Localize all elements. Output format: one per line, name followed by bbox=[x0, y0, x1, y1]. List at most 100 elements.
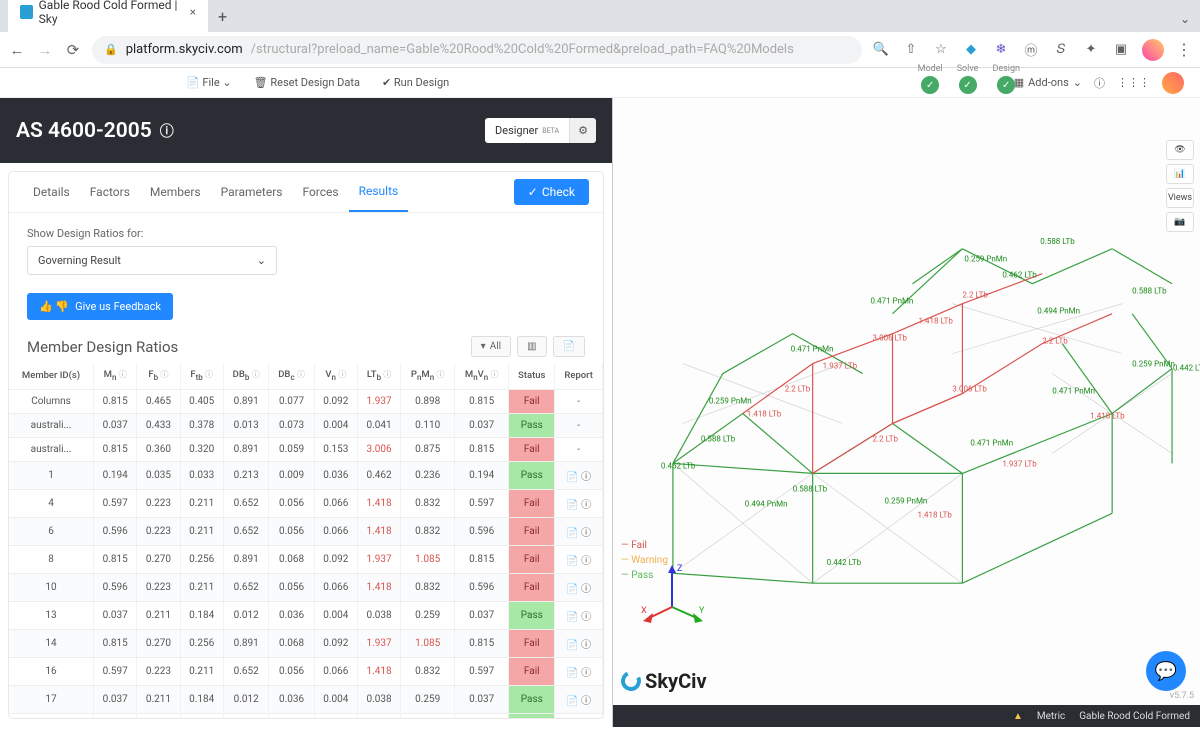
report-icons[interactable]: 📄 ⓘ bbox=[566, 692, 591, 707]
model-viewport[interactable]: 0.588 LTb0.259 PnMn0.462 LTb0.588 LTb0.4… bbox=[612, 98, 1200, 727]
user-avatar[interactable] bbox=[1162, 72, 1184, 94]
check-button[interactable]: ✓ Check bbox=[514, 179, 589, 205]
views-tool-button[interactable]: Views bbox=[1166, 188, 1194, 208]
menu-file[interactable]: 📄 File ⌄ bbox=[186, 76, 232, 89]
table-row[interactable]: 130.0370.2110.1840.0120.0360.0040.0380.2… bbox=[9, 602, 603, 630]
table-row[interactable]: 190.0270.4330.3780.0130.0730.0040.0410.4… bbox=[9, 714, 603, 718]
col-member-id-s-[interactable]: Member ID(s) bbox=[9, 363, 94, 390]
browser-chrome: Gable Rood Cold Formed | Sky × + ⌄ ← → ⟳… bbox=[0, 0, 1200, 68]
report-icons[interactable]: 📄 ⓘ bbox=[566, 608, 591, 623]
col-fb[interactable]: Fb ⓘ bbox=[137, 363, 180, 390]
tab-members[interactable]: Members bbox=[140, 173, 211, 211]
col-pnmn[interactable]: PnMn ⓘ bbox=[401, 363, 455, 390]
profile-avatar[interactable] bbox=[1142, 39, 1164, 61]
table-row[interactable]: 40.5970.2230.2110.6520.0560.0661.4180.83… bbox=[9, 490, 603, 518]
report-icons[interactable]: 📄 ⓘ bbox=[566, 496, 591, 511]
browser-tab[interactable]: Gable Rood Cold Formed | Sky × bbox=[8, 0, 208, 32]
back-icon[interactable]: ← bbox=[8, 41, 26, 59]
col-mnvn[interactable]: MnVn ⓘ bbox=[455, 363, 509, 390]
member-label: 0.259 PnMn bbox=[709, 397, 752, 406]
display-tool-icon[interactable]: 📊 bbox=[1166, 164, 1194, 184]
report-icons[interactable]: 📄 ⓘ bbox=[566, 664, 591, 679]
col-report[interactable]: Report bbox=[555, 363, 603, 390]
tab-details[interactable]: Details bbox=[23, 173, 80, 211]
export-icon[interactable]: 📄 bbox=[553, 336, 585, 357]
design-code-title: AS 4600-2005 ⓘ bbox=[16, 119, 174, 143]
table-row[interactable]: 160.5970.2230.2110.6520.0560.0661.4180.8… bbox=[9, 658, 603, 686]
col-ltb[interactable]: LTb ⓘ bbox=[357, 363, 400, 390]
lock-icon: 🔒 bbox=[104, 43, 118, 56]
member-label: 1.937 LTb bbox=[823, 362, 858, 371]
col-status[interactable]: Status bbox=[509, 363, 555, 390]
member-label: 0.442 LTb bbox=[827, 558, 862, 567]
col-ftb[interactable]: Ftb ⓘ bbox=[180, 363, 223, 390]
member-label: 0.588 LTb bbox=[701, 434, 736, 443]
ext-icon-3[interactable]: ⓜ bbox=[1022, 41, 1040, 59]
feedback-button[interactable]: 👍 👎 Give us Feedback bbox=[27, 293, 173, 320]
table-row[interactable]: 170.0370.2110.1840.0120.0360.0040.0380.2… bbox=[9, 686, 603, 714]
columns-icon[interactable]: ▥ bbox=[517, 336, 546, 357]
status-units[interactable]: Metric bbox=[1037, 711, 1065, 722]
tab-forces[interactable]: Forces bbox=[292, 173, 348, 211]
tab-factors[interactable]: Factors bbox=[80, 173, 140, 211]
col-mn[interactable]: Mn ⓘ bbox=[94, 363, 137, 390]
axes-gizmo[interactable]: Z Y X bbox=[637, 557, 707, 627]
stage-design[interactable]: Design✓ bbox=[992, 64, 1020, 94]
view-tools: 👁 📊 Views 📷 bbox=[1166, 140, 1194, 232]
report-icons[interactable]: 📄 ⓘ bbox=[566, 636, 591, 651]
star-icon[interactable]: ☆ bbox=[932, 41, 950, 59]
table-row[interactable]: 100.5960.2230.2110.6520.0560.0661.4180.8… bbox=[9, 574, 603, 602]
address-bar[interactable]: 🔒 platform.skyciv.com/structural?preload… bbox=[92, 36, 862, 64]
menu-run-design[interactable]: ✔ Run Design bbox=[382, 76, 449, 89]
member-label: 0.462 LTb bbox=[1002, 271, 1037, 280]
panel-toggle-icon[interactable]: ▣ bbox=[1112, 41, 1130, 59]
filter-all-button[interactable]: ▾ All bbox=[471, 336, 511, 357]
table-row[interactable]: 10.1940.0350.0330.2130.0090.0360.4620.23… bbox=[9, 462, 603, 490]
col-dbc[interactable]: DBc ⓘ bbox=[269, 363, 314, 390]
col-dbb[interactable]: DBb ⓘ bbox=[223, 363, 269, 390]
skyciv-logo: SkyCiv bbox=[621, 669, 707, 693]
table-row[interactable]: 60.5960.2230.2110.6520.0560.0661.4180.83… bbox=[9, 518, 603, 546]
table-row[interactable]: 80.8150.2700.2560.8910.0680.0921.9371.08… bbox=[9, 546, 603, 574]
warning-icon[interactable]: ▲ bbox=[1013, 711, 1023, 722]
forward-icon[interactable]: → bbox=[36, 41, 54, 59]
tabs-dropdown-icon[interactable]: ⌄ bbox=[1170, 6, 1200, 32]
designer-settings-icon[interactable]: ⚙ bbox=[569, 118, 596, 143]
designer-button[interactable]: Designer BETA bbox=[485, 118, 569, 143]
visibility-tool-icon[interactable]: 👁 bbox=[1166, 140, 1194, 160]
info-icon[interactable]: ⓘ bbox=[160, 121, 174, 141]
stage-model[interactable]: Model✓ bbox=[918, 64, 943, 94]
table-row[interactable]: 140.8150.2700.2560.8910.0680.0921.9371.0… bbox=[9, 630, 603, 658]
apps-grid-icon[interactable]: ⋮⋮⋮ bbox=[1117, 76, 1150, 89]
table-row[interactable]: australi...0.0370.4330.3780.0130.0730.00… bbox=[9, 414, 603, 438]
ext-icon-4[interactable]: 𝑆 bbox=[1052, 41, 1070, 59]
member-label: 0.494 PnMn bbox=[745, 499, 788, 508]
ext-icon-1[interactable]: ◆ bbox=[962, 41, 980, 59]
help-icon[interactable]: ⓘ bbox=[1094, 75, 1105, 91]
table-row[interactable]: australi...0.8150.3600.3200.8910.0590.15… bbox=[9, 438, 603, 462]
chrome-toolbar: 🔍 ⇧ ☆ ◆ ❄ ⓜ 𝑆 ✦ ▣ ⋮ bbox=[872, 39, 1192, 61]
search-icon[interactable]: 🔍 bbox=[872, 41, 890, 59]
tab-close-icon[interactable]: × bbox=[190, 5, 196, 19]
table-row[interactable]: Columns0.8150.4650.4050.8910.0770.0921.9… bbox=[9, 390, 603, 414]
report-icons[interactable]: 📄 ⓘ bbox=[566, 580, 591, 595]
status-project[interactable]: Gable Rood Cold Formed bbox=[1079, 711, 1190, 722]
extensions-icon[interactable]: ✦ bbox=[1082, 41, 1100, 59]
addons-menu[interactable]: ▦ Add-ons ⌄ bbox=[1014, 76, 1082, 89]
filter-select[interactable]: Governing Result⌄ bbox=[27, 246, 277, 275]
menu-reset-design-data[interactable]: 🗑 Reset Design Data bbox=[254, 76, 360, 89]
chrome-menu-icon[interactable]: ⋮ bbox=[1176, 40, 1192, 59]
report-icons[interactable]: 📄 ⓘ bbox=[566, 468, 591, 483]
ext-icon-2[interactable]: ❄ bbox=[992, 41, 1010, 59]
share-icon[interactable]: ⇧ bbox=[902, 41, 920, 59]
report-icons[interactable]: 📄 ⓘ bbox=[566, 552, 591, 567]
new-tab-button[interactable]: + bbox=[208, 1, 237, 32]
stage-solve[interactable]: Solve✓ bbox=[957, 64, 979, 94]
tab-results[interactable]: Results bbox=[349, 172, 409, 212]
tab-parameters[interactable]: Parameters bbox=[211, 173, 293, 211]
col-vn[interactable]: Vn ⓘ bbox=[314, 363, 357, 390]
screenshot-tool-icon[interactable]: 📷 bbox=[1166, 212, 1194, 232]
report-icons[interactable]: 📄 ⓘ bbox=[566, 524, 591, 539]
reload-icon[interactable]: ⟳ bbox=[64, 41, 82, 59]
chat-icon[interactable]: 💬 bbox=[1146, 651, 1186, 691]
